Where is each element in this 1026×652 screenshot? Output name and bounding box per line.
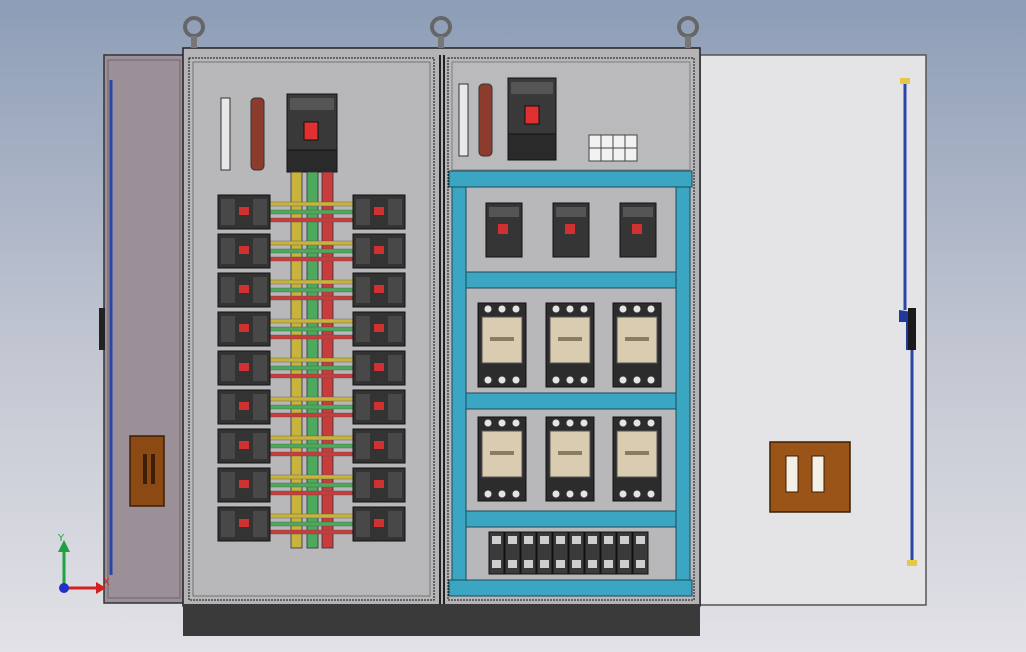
busbar-tap (267, 482, 355, 488)
terminal-block (520, 531, 537, 575)
main-breaker-left (286, 93, 338, 173)
terminal-block (504, 531, 521, 575)
eye-bolt-middle (430, 16, 452, 48)
branch-breaker-right (352, 506, 406, 542)
axis-x-label: X (103, 577, 110, 588)
busbar-tap (267, 248, 355, 254)
branch-breaker-right (352, 467, 406, 503)
lifting-eye-bolts (183, 16, 699, 48)
branch-breaker-left (217, 272, 271, 308)
busbar-tap (267, 435, 355, 441)
busbar-tap (267, 334, 355, 340)
small-breaker (485, 202, 523, 258)
axis-triad: Y X (57, 533, 110, 594)
busbar-tap (267, 490, 355, 496)
left-door (99, 54, 185, 604)
busbar-tap (267, 201, 355, 207)
terminal-block (584, 531, 601, 575)
branch-breakers-right (485, 202, 657, 258)
busbar-tap (267, 318, 355, 324)
terminal-block (632, 531, 649, 575)
terminal-block-row (488, 531, 649, 575)
busbar-tap (267, 373, 355, 379)
terminal-strip-left (220, 97, 231, 171)
din-rail (465, 510, 677, 528)
busbar-tap (267, 217, 355, 223)
din-rail (465, 271, 677, 289)
busbar-tap (267, 521, 355, 527)
busbar-tap (267, 412, 355, 418)
busbar-tap (267, 357, 355, 363)
terminal-block (600, 531, 617, 575)
terminal-block (536, 531, 553, 575)
terminal-block (552, 531, 569, 575)
branch-breaker-left (217, 194, 271, 230)
busbar-tap (267, 365, 355, 371)
small-breaker (552, 202, 590, 258)
eye-bolt-right (677, 16, 699, 48)
neutral-bar-right (478, 83, 493, 157)
busbar-tap (267, 404, 355, 410)
branch-breaker-left (217, 506, 271, 542)
left-door-handle (129, 435, 165, 507)
contactor (612, 302, 662, 388)
small-breaker (619, 202, 657, 258)
contactor (545, 416, 595, 502)
right-door-handle (769, 441, 851, 513)
busbar-tap (267, 295, 355, 301)
branch-breaker-left (217, 311, 271, 347)
busbar-tap (267, 396, 355, 402)
right-door (699, 54, 927, 606)
contactor (545, 302, 595, 388)
branch-breaker-right (352, 389, 406, 425)
branch-breaker-right (352, 194, 406, 230)
busbar-tap (267, 474, 355, 480)
busbar-tap (267, 240, 355, 246)
busbar-tap (267, 209, 355, 215)
contactor (477, 302, 527, 388)
branch-breaker-right (352, 350, 406, 386)
busbar-tap (267, 326, 355, 332)
busbar-tap (267, 451, 355, 457)
contactor (477, 416, 527, 502)
eye-bolt-left (183, 16, 205, 48)
axis-y-label: Y (57, 533, 65, 544)
busbar-tap (267, 529, 355, 535)
branch-breaker-right (352, 272, 406, 308)
branch-breaker-left (217, 428, 271, 464)
busbar-tap (267, 443, 355, 449)
branch-breaker-right (352, 428, 406, 464)
terminal-block (568, 531, 585, 575)
branch-breaker-left (217, 389, 271, 425)
branch-breaker-right (352, 233, 406, 269)
busbar-tap (267, 256, 355, 262)
terminal-strip-right (458, 83, 469, 157)
din-rail (465, 392, 677, 410)
main-breaker-right (507, 77, 557, 161)
branch-breaker-right (352, 311, 406, 347)
branch-breaker-left (217, 467, 271, 503)
busbar-tap (267, 287, 355, 293)
electrical-cabinet-drawing: Y X (57, 16, 927, 636)
busbar-tap (267, 513, 355, 519)
branch-breaker-left (217, 233, 271, 269)
contactor (612, 416, 662, 502)
branch-breaker-left (217, 350, 271, 386)
terminal-block (488, 531, 505, 575)
busbar-tap (267, 279, 355, 285)
neutral-bar-left (250, 97, 265, 171)
small-relay-block (588, 134, 638, 162)
terminal-block (616, 531, 633, 575)
